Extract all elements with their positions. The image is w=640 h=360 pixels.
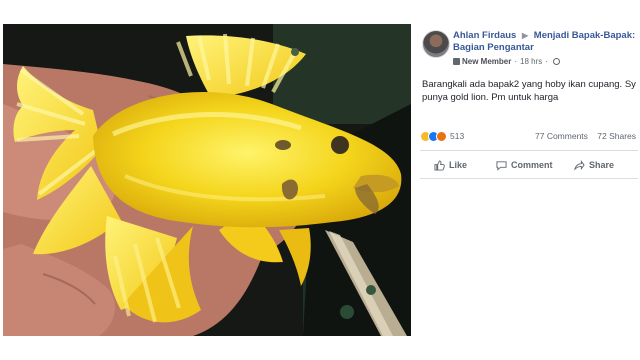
share-icon [574,159,585,171]
share-count[interactable]: 72 Shares [597,131,636,141]
stats-divider [420,150,638,151]
like-button[interactable]: Like [434,156,467,174]
member-badge: New Member [462,57,512,66]
post-stats: 513 77 Comments 72 Shares [420,130,638,144]
reaction-count[interactable]: 513 [450,131,464,141]
share-button[interactable]: Share [574,156,614,174]
post-header: Ahlan Firdaus ▶ Menjadi Bapak-Bapak: Bag… [453,30,637,54]
share-label: Share [589,160,615,170]
globe-icon [552,58,560,65]
facebook-post-screenshot: Ahlan Firdaus ▶ Menjadi Bapak-Bapak: Bag… [0,0,640,360]
post-sidebar: Ahlan Firdaus ▶ Menjadi Bapak-Bapak: Bag… [418,24,640,336]
meta-separator: · [514,57,518,66]
like-label: Like [449,160,468,170]
post-photo[interactable] [3,24,411,336]
post-time[interactable]: 18 hrs [520,57,542,66]
group-arrow-icon: ▶ [521,31,529,40]
thumbs-up-icon [434,159,445,171]
member-icon [453,58,460,65]
angry-reaction-icon [436,131,447,142]
avatar[interactable] [422,30,450,58]
author-link[interactable]: Ahlan Firdaus [453,30,516,41]
gold-lion-betta-photo [3,24,411,336]
comment-count[interactable]: 77 Comments [535,131,588,141]
comment-button[interactable]: Comment [496,156,553,174]
comment-label: Comment [511,160,553,170]
post-meta: New Member · 18 hrs · [453,57,560,66]
meta-separator-2: · [545,57,548,66]
comment-icon [496,160,507,171]
post-actions: Like Comment Share [420,156,638,174]
actions-divider [420,178,638,179]
post-text: Barangkali ada bapak2 yang hoby ikan cup… [422,79,636,103]
